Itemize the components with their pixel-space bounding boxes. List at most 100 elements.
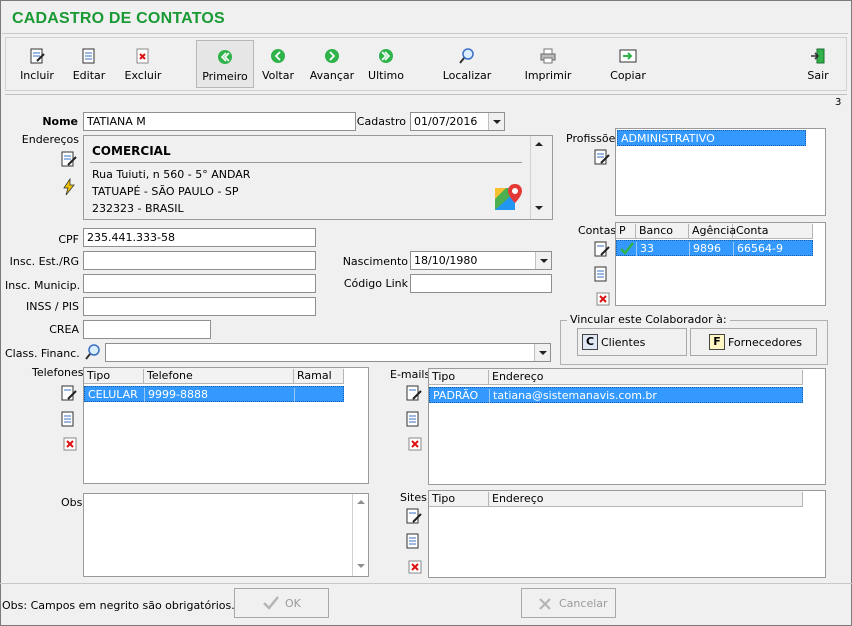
list-item[interactable]: ADMINISTRATIVO — [617, 130, 806, 146]
imprimir-label: Imprimir — [524, 69, 572, 82]
primeiro-label: Primeiro — [202, 70, 248, 83]
obs-scrollbar[interactable] — [352, 494, 368, 576]
edit-doc-icon — [82, 48, 95, 64]
fornecedores-button[interactable]: F Fornecedores — [690, 328, 817, 356]
scroll-up-icon[interactable] — [353, 494, 369, 510]
email-row-endereco: tatiana@sistemanavis.com.br — [493, 389, 657, 402]
delete-email-icon[interactable] — [406, 435, 424, 453]
nome-input[interactable]: TATIANA M — [83, 112, 356, 131]
inss-input[interactable] — [83, 297, 316, 316]
cadastro-date[interactable]: 01/07/2016 — [410, 112, 505, 131]
table-row[interactable]: CELULAR 9999-8888 — [84, 386, 344, 402]
insc-mun-input[interactable] — [83, 274, 316, 293]
nascimento-date[interactable]: 18/10/1980 — [410, 251, 552, 270]
incluir-button[interactable]: Incluir — [8, 40, 66, 88]
edit-site-icon[interactable] — [405, 532, 423, 550]
table-row[interactable]: PADRÃO tatiana@sistemanavis.com.br — [429, 387, 803, 403]
fornecedores-label: Fornecedores — [728, 336, 803, 349]
add-email-icon[interactable] — [405, 384, 423, 402]
emails-col-tipo: Tipo — [429, 370, 489, 385]
voltar-label: Voltar — [261, 69, 295, 82]
exit-icon — [811, 48, 825, 64]
sites-header: Tipo Endereço — [429, 491, 803, 507]
delete-site-icon[interactable] — [406, 558, 424, 576]
scroll-up-icon[interactable] — [531, 136, 547, 154]
edit-email-icon[interactable] — [405, 410, 423, 428]
localizar-button[interactable]: Localizar — [438, 40, 496, 88]
search-icon[interactable] — [84, 343, 102, 361]
cpf-label: CPF — [58, 233, 79, 246]
profissoes-label: Profissões — [566, 132, 622, 145]
scroll-down-icon[interactable] — [353, 558, 369, 574]
crea-input[interactable] — [83, 320, 211, 339]
address-type: COMERCIAL — [92, 144, 171, 158]
telefones-table: Tipo Telefone Ramal CELULAR 9999-8888 — [83, 367, 369, 484]
edit-account-icon[interactable] — [593, 265, 611, 283]
chevron-down-icon[interactable] — [535, 252, 551, 269]
map-pin-icon[interactable] — [494, 182, 524, 212]
obs-textarea[interactable] — [83, 493, 369, 577]
edit-phone-icon[interactable] — [60, 410, 78, 428]
insc-est-input[interactable] — [83, 251, 316, 270]
telefones-col-ramal: Ramal — [294, 369, 344, 384]
address-scrollbar[interactable] — [530, 136, 546, 219]
telefones-col-telefone: Telefone — [144, 369, 294, 384]
sites-col-tipo: Tipo — [429, 492, 489, 507]
telefones-header: Tipo Telefone Ramal — [84, 368, 344, 384]
delete-phone-icon[interactable] — [61, 435, 79, 453]
profissoes-list[interactable]: ADMINISTRATIVO — [615, 128, 826, 216]
add-address-icon[interactable] — [60, 150, 78, 168]
page-number: 3 — [835, 97, 842, 108]
clientes-button[interactable]: C Clientes — [577, 328, 687, 356]
chevron-down-icon[interactable] — [488, 113, 504, 130]
copiar-label: Copiar — [610, 69, 646, 82]
copiar-button[interactable]: Copiar — [599, 40, 657, 88]
contas-row-conta: 66564-9 — [737, 242, 783, 255]
add-profession-icon[interactable] — [593, 148, 611, 166]
class-fin-select[interactable] — [105, 343, 551, 362]
add-phone-icon[interactable] — [60, 384, 78, 402]
ultimo-button[interactable]: Ultimo — [357, 40, 415, 88]
contas-row-primary[interactable] — [617, 242, 637, 256]
delete-account-icon[interactable] — [594, 290, 612, 308]
address-panel: COMERCIAL Rua Tuiuti, n 560 - 5° ANDAR T… — [83, 135, 553, 220]
address-line1: Rua Tuiuti, n 560 - 5° ANDAR — [92, 168, 251, 181]
fornecedores-key-icon: F — [709, 334, 725, 350]
cancel-label: Cancelar — [559, 597, 608, 610]
obs-label: Obs — [61, 496, 83, 509]
window-title: CADASTRO DE CONTATOS — [12, 10, 225, 27]
contas-col-banco: Banco — [636, 224, 689, 239]
clientes-key-icon: C — [582, 334, 598, 350]
forward-icon — [325, 49, 339, 63]
delete-doc-icon — [136, 48, 149, 64]
emails-label: E-mails — [390, 368, 431, 381]
scroll-down-icon[interactable] — [531, 200, 547, 218]
ultimo-label: Ultimo — [368, 69, 404, 82]
codigo-link-input[interactable] — [410, 274, 552, 293]
lightning-icon[interactable] — [60, 178, 78, 196]
excluir-button[interactable]: Excluir — [114, 40, 172, 88]
avancar-button[interactable]: Avançar — [303, 40, 361, 88]
imprimir-button[interactable]: Imprimir — [519, 40, 577, 88]
voltar-button[interactable]: Voltar — [249, 40, 307, 88]
enderecos-label: Endereços — [21, 133, 79, 146]
insc-est-label: Insc. Est./RG — [9, 255, 79, 268]
cancel-button[interactable]: Cancelar — [521, 588, 616, 618]
cadastro-date-value: 01/07/2016 — [414, 115, 478, 128]
toolbar: Incluir Editar Excluir Primeiro Voltar A… — [5, 37, 847, 91]
sair-button[interactable]: Sair — [789, 40, 847, 88]
editar-button[interactable]: Editar — [60, 40, 118, 88]
close-icon — [539, 598, 551, 610]
add-site-icon[interactable] — [405, 507, 423, 525]
printer-icon — [540, 48, 556, 64]
primeiro-button[interactable]: Primeiro — [196, 40, 254, 88]
toolbar-divider — [5, 94, 847, 95]
cpf-input[interactable]: 235.441.333-58 — [83, 228, 316, 247]
chevron-down-icon[interactable] — [534, 344, 550, 361]
footer-divider — [0, 583, 852, 584]
contas-col-conta: Conta — [733, 224, 813, 239]
add-account-icon[interactable] — [593, 240, 611, 258]
profissao-value: ADMINISTRATIVO — [621, 132, 715, 145]
table-row[interactable]: 33 9896 66564-9 — [616, 240, 813, 256]
ok-button[interactable]: OK — [234, 588, 329, 618]
